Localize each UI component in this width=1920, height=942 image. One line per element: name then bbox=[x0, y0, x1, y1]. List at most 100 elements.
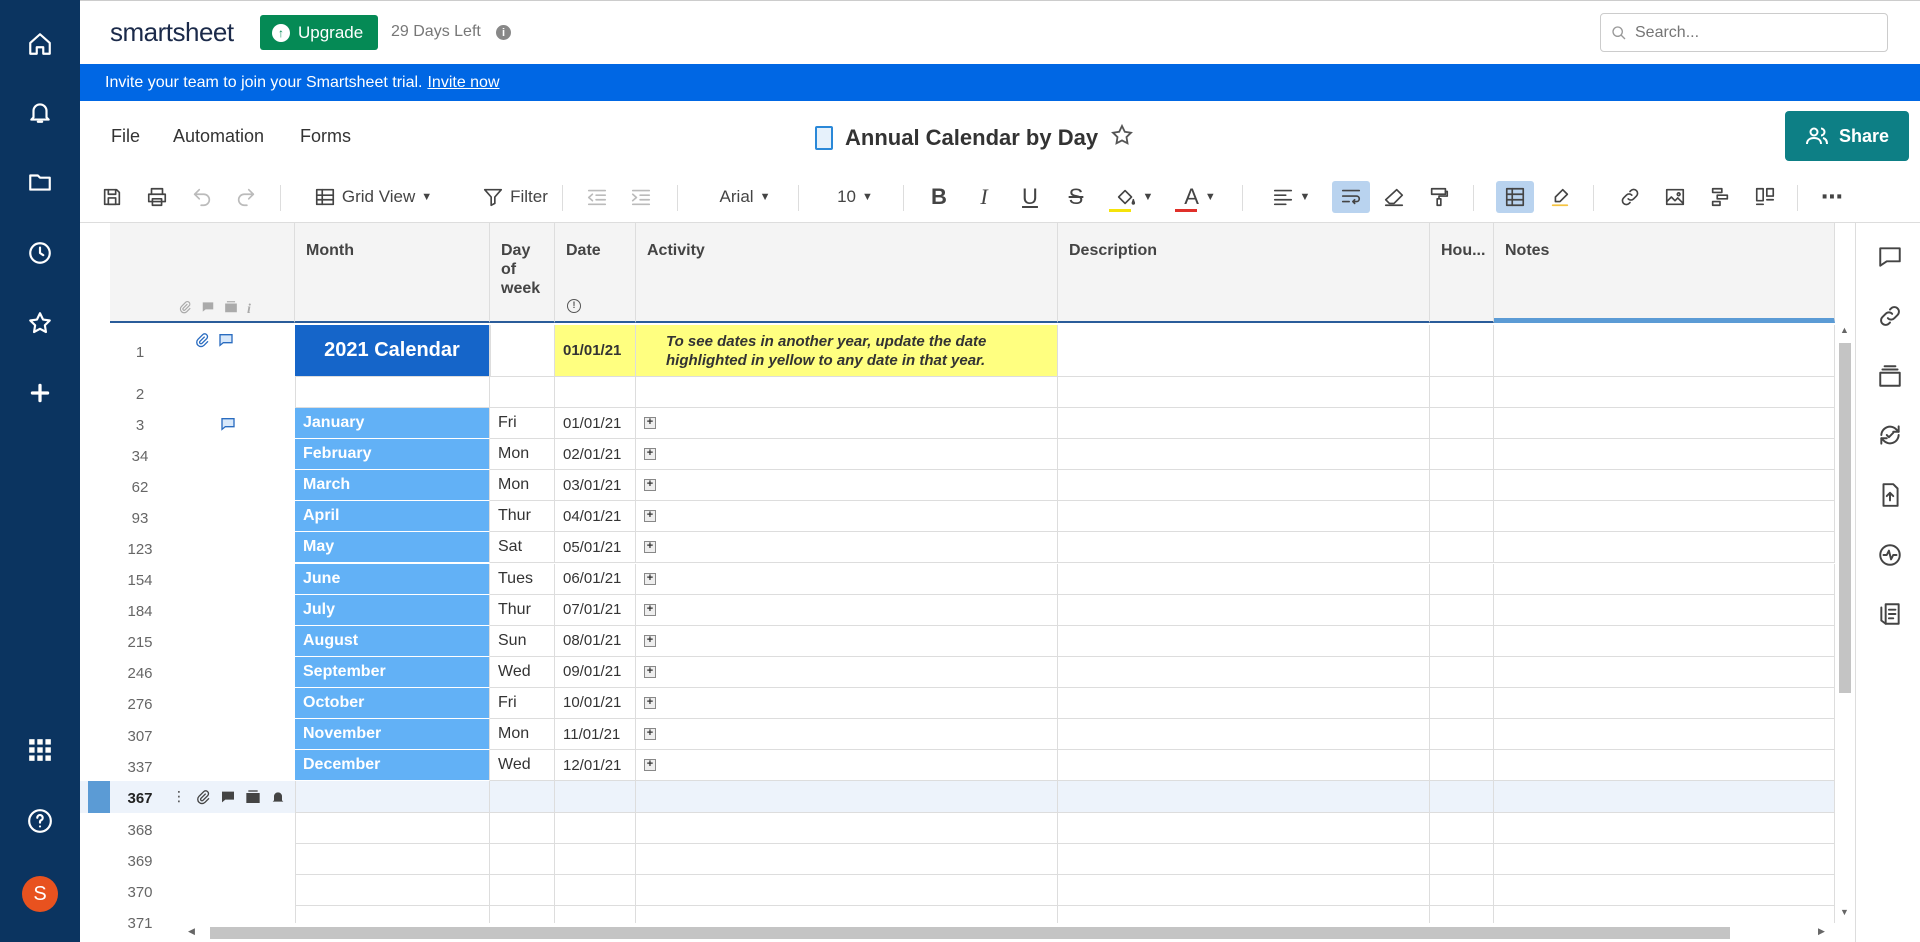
help-icon[interactable] bbox=[20, 801, 60, 841]
grid-cell[interactable] bbox=[636, 781, 1058, 813]
grid-cell[interactable] bbox=[490, 813, 555, 844]
bold-button[interactable]: B bbox=[925, 181, 953, 213]
grid-cell[interactable] bbox=[1430, 625, 1494, 657]
grid-cell[interactable] bbox=[636, 813, 1058, 844]
column-header-month[interactable]: Month bbox=[295, 223, 490, 323]
grid-cell[interactable] bbox=[1494, 470, 1835, 502]
activity-cell[interactable]: + bbox=[636, 470, 1058, 502]
table-row[interactable]: 34 February Mon 02/01/21 + bbox=[80, 439, 1835, 471]
activity-cell[interactable]: + bbox=[636, 439, 1058, 471]
month-cell[interactable]: November bbox=[295, 719, 490, 750]
expand-plus-icon[interactable]: + bbox=[644, 572, 656, 585]
month-cell[interactable]: May bbox=[295, 532, 490, 564]
card-view-button[interactable] bbox=[1751, 181, 1779, 213]
grid-cell[interactable] bbox=[1430, 563, 1494, 595]
scroll-left-arrow[interactable]: ◀ bbox=[188, 926, 195, 937]
day-of-week-cell[interactable]: Fri bbox=[490, 408, 555, 439]
grid-cell[interactable] bbox=[1430, 844, 1494, 875]
summary-icon[interactable] bbox=[1876, 600, 1904, 628]
more-options-icon[interactable]: ⋯ bbox=[1818, 181, 1846, 213]
grid-cell[interactable] bbox=[1430, 719, 1494, 750]
format-painter-button[interactable] bbox=[1425, 181, 1453, 213]
horizontal-scroll-thumb[interactable] bbox=[210, 927, 1730, 939]
table-row[interactable]: 93 April Thur 04/01/21 + bbox=[80, 501, 1835, 533]
month-cell[interactable]: March bbox=[295, 470, 490, 502]
grid-cell[interactable] bbox=[1430, 501, 1494, 533]
grid-cell[interactable] bbox=[1430, 325, 1494, 377]
table-row[interactable]: 370 bbox=[80, 875, 1835, 906]
column-header-day-of-week[interactable]: Day of week bbox=[490, 223, 555, 323]
date-cell[interactable]: 03/01/21 bbox=[555, 470, 636, 502]
menu-file[interactable]: File bbox=[111, 126, 140, 147]
grid-cell[interactable] bbox=[1058, 325, 1430, 377]
grid-toggle-button[interactable] bbox=[1496, 181, 1534, 213]
grid-cell[interactable] bbox=[1058, 408, 1430, 439]
grid-cell[interactable] bbox=[1058, 594, 1430, 626]
activity-cell[interactable]: + bbox=[636, 656, 1058, 688]
grid-cell[interactable] bbox=[1494, 656, 1835, 688]
table-row[interactable]: 368 bbox=[80, 813, 1835, 844]
search-input[interactable] bbox=[1635, 23, 1875, 42]
column-header-notes[interactable]: Notes bbox=[1494, 223, 1835, 323]
view-selector[interactable]: Grid View ▼ bbox=[303, 181, 443, 213]
grid-cell[interactable] bbox=[490, 781, 555, 813]
date-cell[interactable]: 08/01/21 bbox=[555, 625, 636, 657]
grid-cell[interactable] bbox=[636, 844, 1058, 875]
proof-icon[interactable] bbox=[245, 789, 261, 805]
favorites-star-icon[interactable] bbox=[20, 303, 60, 343]
smartsheet-logo[interactable]: smartsheet bbox=[110, 17, 234, 48]
table-row[interactable]: 2 bbox=[80, 377, 1835, 408]
date-cell[interactable]: 01/01/21 bbox=[555, 408, 636, 439]
activity-log-icon[interactable] bbox=[1876, 541, 1904, 569]
font-size-select[interactable]: 10 ▼ bbox=[825, 181, 885, 213]
expand-plus-icon[interactable]: + bbox=[644, 728, 656, 740]
month-cell[interactable]: August bbox=[295, 625, 490, 657]
grid-cell[interactable] bbox=[555, 813, 636, 844]
menu-forms[interactable]: Forms bbox=[300, 126, 351, 147]
grid-cell[interactable] bbox=[1058, 719, 1430, 750]
date-cell[interactable]: 02/01/21 bbox=[555, 439, 636, 471]
align-button[interactable]: ▼ bbox=[1265, 181, 1317, 213]
outdent-icon[interactable] bbox=[583, 181, 611, 213]
date-cell[interactable]: 12/01/21 bbox=[555, 750, 636, 782]
grid-cell[interactable] bbox=[1494, 625, 1835, 657]
sheet-title[interactable]: Annual Calendar by Day bbox=[845, 125, 1098, 151]
grid-cell[interactable] bbox=[1494, 532, 1835, 564]
table-row[interactable]: 123 May Sat 05/01/21 + bbox=[80, 532, 1835, 564]
gantt-view-button[interactable] bbox=[1706, 181, 1734, 213]
scroll-down-arrow[interactable]: ▼ bbox=[1840, 907, 1849, 917]
expand-plus-icon[interactable]: + bbox=[644, 634, 656, 647]
grid-cell[interactable] bbox=[1430, 594, 1494, 626]
table-row[interactable]: 184 July Thur 07/01/21 + bbox=[80, 594, 1835, 626]
upgrade-button[interactable]: ↑ Upgrade bbox=[260, 15, 378, 50]
attachment-icon[interactable] bbox=[194, 332, 210, 348]
scroll-right-arrow[interactable]: ▶ bbox=[1818, 926, 1825, 937]
search-box[interactable] bbox=[1600, 13, 1888, 52]
invite-now-link[interactable]: Invite now bbox=[427, 74, 499, 92]
home-icon[interactable] bbox=[20, 24, 60, 64]
table-row[interactable]: 276 October Fri 10/01/21 + bbox=[80, 687, 1835, 719]
expand-plus-icon[interactable]: + bbox=[644, 541, 656, 554]
expand-plus-icon[interactable]: + bbox=[644, 510, 656, 523]
grid-cell[interactable] bbox=[490, 844, 555, 875]
grid-cell[interactable] bbox=[1058, 750, 1430, 782]
grid-cell[interactable] bbox=[295, 813, 490, 844]
expand-plus-icon[interactable]: + bbox=[644, 479, 656, 492]
activity-cell[interactable]: + bbox=[636, 532, 1058, 564]
vertical-scrollbar[interactable]: ▲ ▼ bbox=[1835, 323, 1855, 923]
grid-cell[interactable] bbox=[555, 781, 636, 813]
grid-cell[interactable] bbox=[1494, 501, 1835, 533]
grid-cell[interactable] bbox=[1430, 813, 1494, 844]
grid-cell[interactable] bbox=[1058, 656, 1430, 688]
day-of-week-cell[interactable]: Mon bbox=[490, 439, 555, 471]
grid-cell[interactable] bbox=[1494, 687, 1835, 719]
day-of-week-cell[interactable]: Thur bbox=[490, 594, 555, 626]
undo-icon[interactable] bbox=[188, 181, 216, 213]
redo-icon[interactable] bbox=[232, 181, 260, 213]
conversations-icon[interactable] bbox=[1876, 243, 1904, 271]
grid-cell[interactable] bbox=[1494, 325, 1835, 377]
clear-formatting-button[interactable] bbox=[1380, 181, 1408, 213]
italic-button[interactable]: I bbox=[970, 181, 998, 213]
month-cell[interactable]: December bbox=[295, 750, 490, 782]
grid-cell[interactable] bbox=[1058, 501, 1430, 533]
